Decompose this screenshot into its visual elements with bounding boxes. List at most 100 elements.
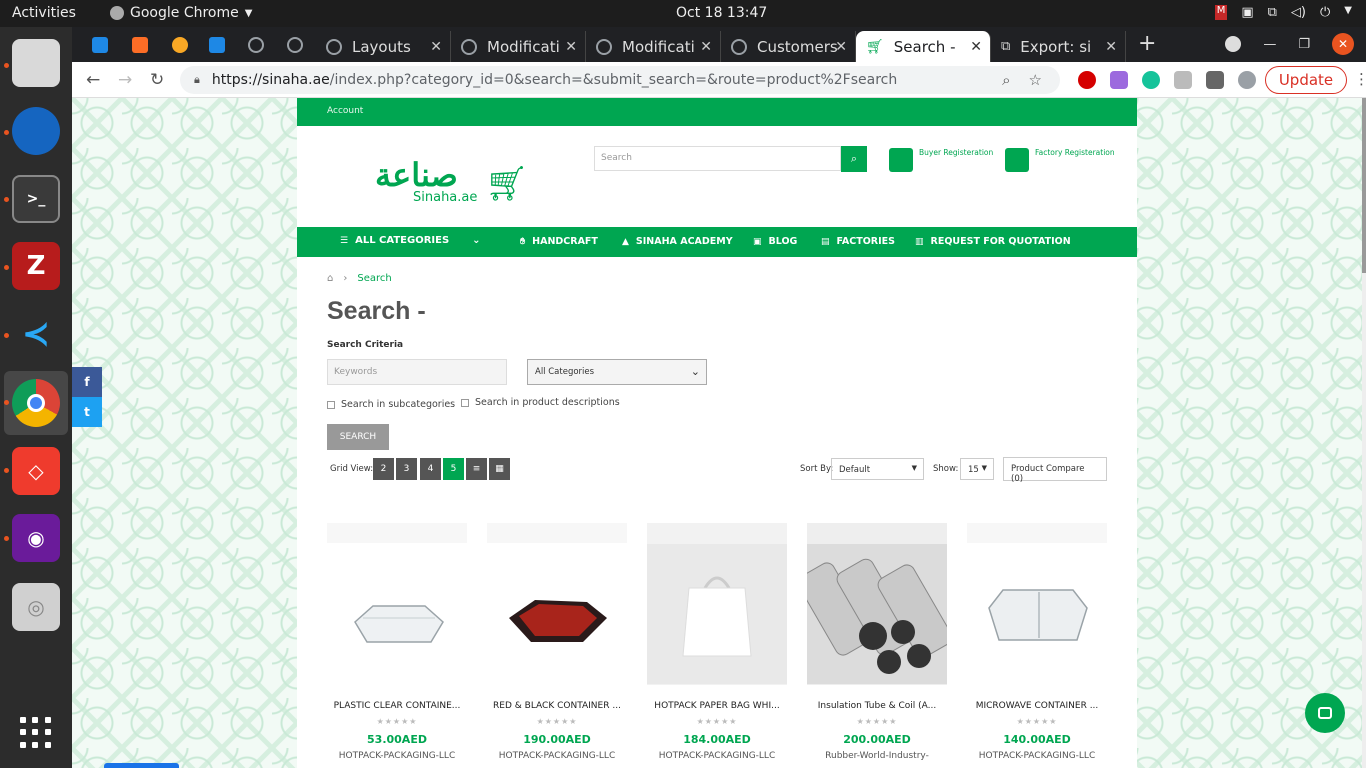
tab-search[interactable]: 🛒︎ Search - ✕: [856, 31, 991, 62]
puzzle-icon[interactable]: [1206, 71, 1224, 89]
minimize-icon[interactable]: —: [1263, 37, 1276, 52]
grid-5-button[interactable]: 5: [443, 458, 464, 480]
files-icon[interactable]: [12, 39, 60, 87]
pinned-tab-icon[interactable]: [172, 37, 188, 53]
back-icon[interactable]: ←: [86, 70, 100, 90]
product-seller[interactable]: HOTPACK-PACKAGING-LLC: [487, 751, 627, 761]
nav-rfq[interactable]: ▥ REQUEST FOR QUOTATION: [915, 236, 1071, 247]
terminal-icon[interactable]: >_: [12, 175, 60, 223]
close-icon[interactable]: ✕: [1105, 39, 1117, 55]
product-card[interactable]: MICROWAVE CONTAINER ... ★★★★★ 140.00AED …: [967, 523, 1107, 761]
vscode-icon[interactable]: ≺: [12, 310, 60, 358]
category-select[interactable]: All Categories ⌄: [527, 359, 707, 385]
nav-factories[interactable]: ▤ FACTORIES: [821, 236, 895, 247]
grid-3-button[interactable]: 3: [396, 458, 417, 480]
globe-icon[interactable]: [287, 37, 303, 53]
anydesk-icon[interactable]: ◇: [12, 447, 60, 495]
factory-registration-link[interactable]: Factory Registeration: [1005, 148, 1115, 172]
keywords-input[interactable]: Keywords: [327, 359, 507, 385]
show-apps-icon[interactable]: [20, 717, 52, 749]
close-icon[interactable]: ✕: [430, 39, 442, 55]
descriptions-checkbox[interactable]: Search in product descriptions: [461, 397, 620, 408]
checkbox-box[interactable]: [461, 398, 469, 407]
sort-select[interactable]: Default ▼: [831, 458, 924, 480]
nav-blog[interactable]: ▣ BLOG: [753, 236, 797, 247]
product-name[interactable]: PLASTIC CLEAR CONTAINE...: [327, 701, 467, 711]
product-card[interactable]: PLASTIC CLEAR CONTAINE... ★★★★★ 53.00AED…: [327, 523, 467, 761]
all-categories-menu[interactable]: ☰ ALL CATEGORIES ⌄: [340, 235, 481, 246]
product-image[interactable]: [967, 523, 1107, 685]
product-card[interactable]: HOTPACK PAPER BAG WHI... ★★★★★ 184.00AED…: [647, 523, 787, 761]
product-seller[interactable]: HOTPACK-PACKAGING-LLC: [647, 751, 787, 761]
show-select[interactable]: 15 ▼: [960, 458, 994, 480]
tab-modifications-1[interactable]: Modificati ✕: [451, 31, 586, 62]
product-name[interactable]: MICROWAVE CONTAINER ...: [967, 701, 1107, 711]
pinned-tab-icon[interactable]: [92, 37, 108, 53]
grid-4-button[interactable]: 4: [420, 458, 441, 480]
search-icon[interactable]: ⌕: [841, 146, 867, 172]
product-seller[interactable]: Rubber-World-Industry-: [807, 751, 947, 761]
tab-layouts[interactable]: Layouts ✕: [316, 31, 451, 62]
thunderbird-icon[interactable]: [12, 107, 60, 155]
scrollbar-thumb[interactable]: [1362, 98, 1366, 273]
close-icon[interactable]: ✕: [835, 39, 847, 55]
floating-tab[interactable]: [104, 763, 179, 768]
close-icon[interactable]: ✕: [565, 39, 577, 55]
tab-modifications-2[interactable]: Modificati ✕: [586, 31, 721, 62]
product-name[interactable]: RED & BLACK CONTAINER ...: [487, 701, 627, 711]
app-menu[interactable]: Google Chrome ▼: [110, 5, 252, 21]
activities-button[interactable]: Activities: [12, 5, 76, 21]
close-icon[interactable]: ✕: [700, 39, 712, 55]
clock[interactable]: Oct 18 13:47: [676, 5, 767, 21]
search-button[interactable]: SEARCH: [327, 424, 389, 450]
product-compare-button[interactable]: Product Compare (0): [1003, 457, 1107, 484]
new-tab-button[interactable]: +: [1138, 31, 1156, 56]
buyer-registration-link[interactable]: Buyer Registeration: [889, 148, 993, 172]
product-seller[interactable]: HOTPACK-PACKAGING-LLC: [967, 751, 1107, 761]
site-logo[interactable]: صناعة Sinaha.ae 🛒︎: [375, 156, 528, 210]
tab-search-icon[interactable]: [1225, 36, 1242, 52]
extension-icon[interactable]: [1078, 71, 1096, 89]
menu-icon[interactable]: ⋮: [1354, 70, 1366, 88]
account-menu[interactable]: Account: [327, 106, 363, 116]
extension-icon[interactable]: [1110, 71, 1128, 89]
disk-icon[interactable]: ◎: [12, 583, 60, 631]
header-search-input[interactable]: Search: [594, 146, 841, 171]
zoom-icon[interactable]: ⌕: [1002, 71, 1010, 89]
filezilla-icon[interactable]: Z: [12, 242, 60, 290]
product-image[interactable]: [807, 523, 947, 685]
product-image[interactable]: [327, 523, 467, 685]
table-view-icon[interactable]: ▦: [489, 458, 510, 480]
grammarly-icon[interactable]: [1142, 71, 1160, 89]
list-view-icon[interactable]: ≡: [466, 458, 487, 480]
reload-icon[interactable]: ↻: [150, 70, 164, 90]
extension-icon[interactable]: [1174, 71, 1192, 89]
bookmark-star-icon[interactable]: ☆: [1029, 71, 1042, 89]
grid-2-button[interactable]: 2: [373, 458, 394, 480]
forward-icon[interactable]: →: [118, 70, 132, 90]
product-card[interactable]: RED & BLACK CONTAINER ... ★★★★★ 190.00AE…: [487, 523, 627, 761]
home-icon[interactable]: ⌂: [327, 273, 333, 284]
chrome-icon[interactable]: [12, 379, 60, 427]
profile-icon[interactable]: [1238, 71, 1256, 89]
tab-export[interactable]: ⧉ Export: si ✕: [991, 31, 1126, 62]
system-tray[interactable]: M ▣ ⧉ ◁) ⏻ ▼: [1214, 5, 1352, 20]
product-image[interactable]: [647, 523, 787, 685]
subcategories-checkbox[interactable]: Search in subcategories: [327, 399, 455, 410]
nav-academy[interactable]: ▲ SINAHA ACADEMY: [622, 236, 733, 247]
lock-icon[interactable]: 🔒︎: [194, 73, 200, 87]
product-name[interactable]: HOTPACK PAPER BAG WHI...: [647, 701, 787, 711]
breadcrumb-search[interactable]: Search: [357, 273, 391, 284]
maximize-icon[interactable]: ❐: [1298, 37, 1310, 52]
nav-handcraft[interactable]: ✋︎ HANDCRAFT: [520, 236, 598, 247]
gitlab-icon[interactable]: [132, 37, 148, 53]
product-image[interactable]: [487, 523, 627, 685]
scrollbar[interactable]: [1362, 98, 1366, 768]
globe-icon[interactable]: [248, 37, 264, 53]
close-icon[interactable]: ✕: [970, 39, 982, 55]
pinned-tab-icon[interactable]: [209, 37, 225, 53]
video-editor-icon[interactable]: ◉: [12, 514, 60, 562]
product-name[interactable]: Insulation Tube & Coil (A...: [807, 701, 947, 711]
checkbox-box[interactable]: [327, 400, 335, 409]
update-button[interactable]: Update: [1265, 66, 1347, 94]
